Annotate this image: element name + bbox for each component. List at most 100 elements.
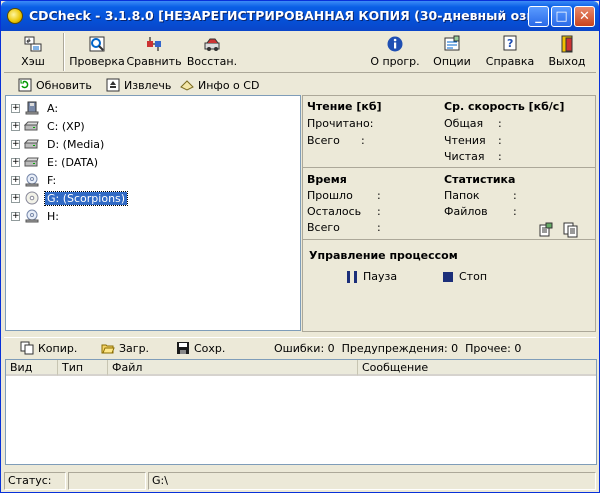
expand-icon[interactable]: + [11,139,20,149]
expand-icon[interactable]: + [11,193,20,203]
expand-icon[interactable]: + [11,103,20,113]
stat-folders-colon: : [513,189,517,202]
log-list[interactable]: Вид Тип Файл Сообщение [5,359,597,465]
drive-label: C: (XP) [47,119,85,133]
exit-button[interactable]: Выход [544,33,590,71]
stats-panel: Чтение [кб] Прочитано: Всего : Ср. скоро… [302,95,596,332]
column-header-file[interactable]: Файл [108,360,358,376]
tree-item-drive[interactable]: + G: (Scorpions) [11,190,129,206]
process-control-section: Управление процессом Пауза Стоп [303,240,595,331]
time-elapsed-colon: : [377,189,381,202]
stat-title: Статистика [444,173,516,186]
restore-button[interactable]: Восстан. [184,33,240,71]
cd-drive-icon [24,209,40,223]
tree-item-drive[interactable]: + A: [11,100,60,116]
compare-button[interactable]: Сравнить [126,33,182,71]
drive-label: H: [47,209,59,223]
time-elapsed-label: Прошло [307,189,353,202]
read-total-colon: : [361,134,365,147]
close-button[interactable]: ✕ [574,6,595,27]
column-header-message[interactable]: Сообщение [358,360,596,376]
app-logo-icon[interactable] [7,8,23,24]
save-log-button[interactable]: Сохр. [176,339,225,357]
expand-icon[interactable]: + [11,211,20,221]
hard-drive-icon [23,155,40,169]
stop-button[interactable]: Стоп [443,270,487,283]
options-button[interactable]: Опции [429,33,475,71]
drive-label: A: [47,101,59,115]
main-toolbar: # Хэш Проверка Сравнить Восстан. О прогр… [4,31,596,73]
tree-item-drive[interactable]: + C: (XP) [11,118,87,134]
open-folder-icon [101,341,115,355]
expand-icon[interactable]: + [11,157,20,167]
tree-item-drive[interactable]: + D: (Media) [11,136,106,152]
help-button[interactable]: ? Справка [482,33,538,71]
drive-label: E: (DATA) [47,155,99,169]
save-log-label: Сохр. [194,341,226,355]
status-label: Статус: [4,472,66,490]
speed-net-colon: : [498,150,502,163]
compare-label: Сравнить [126,55,182,68]
refresh-label: Обновить [36,78,92,92]
check-button[interactable]: Проверка [69,33,125,71]
exit-label: Выход [548,55,586,68]
time-total-colon: : [377,221,381,234]
drive-toolbar: Обновить Извлечь Инфо о CD [4,75,596,95]
pause-button[interactable]: Пауза [347,270,397,283]
read-title: Чтение [кб] [307,100,382,113]
minimize-button[interactable]: _ [528,6,549,27]
speed-title: Ср. скорость [кб/с] [444,100,565,113]
about-label: О прогр. [370,55,420,68]
hash-icon: # [24,35,42,53]
hard-drive-icon [23,137,40,151]
hash-label: Хэш [21,55,45,68]
maximize-button[interactable]: □ [551,6,572,27]
eject-icon [106,78,120,92]
load-log-button[interactable]: Загр. [101,339,149,357]
column-header-type[interactable]: Тип [58,360,108,376]
help-icon: ? [501,35,519,53]
hash-button[interactable]: # Хэш [10,33,56,71]
expand-icon[interactable]: + [11,175,20,185]
column-header-kind[interactable]: Вид [6,360,58,376]
time-total-label: Всего [307,221,340,234]
refresh-icon [18,78,32,92]
cd-disc-icon [24,191,40,205]
eject-button[interactable]: Извлечь [106,76,171,94]
speed-overall-colon: : [498,117,502,130]
drive-tree[interactable]: + A: + C: (XP) + D: (Media) + E: (DATA) + F: + G: (… [5,95,301,331]
drive-label: D: (Media) [47,137,105,151]
drive-label: F: [47,173,57,187]
hard-drive-icon [23,119,40,133]
main-window: CDCheck - 3.1.8.0 [НЕЗАРЕГИСТРИРОВАННАЯ … [0,0,600,493]
pause-icon [347,270,357,283]
svg-text:?: ? [507,37,513,50]
stop-label: Стоп [459,270,488,283]
floppy-drive-icon [24,101,40,115]
about-button[interactable]: О прогр. [369,33,421,71]
cd-info-button[interactable]: Инфо о CD [180,76,259,94]
title-bar[interactable]: CDCheck - 3.1.8.0 [НЕЗАРЕГИСТРИРОВАННАЯ … [1,1,599,31]
time-title: Время [307,173,347,186]
process-title: Управление процессом [309,249,458,262]
expand-icon[interactable]: + [11,121,20,131]
paste-stats-icon[interactable] [563,222,579,238]
copy-stats-icon[interactable] [538,222,554,238]
copy-log-button[interactable]: Копир. [20,339,77,357]
refresh-button[interactable]: Обновить [18,76,92,94]
time-left-colon: : [377,205,381,218]
cd-info-icon [180,78,194,92]
tree-item-drive[interactable]: + F: [11,172,58,188]
options-label: Опции [433,55,471,68]
copy-icon [20,341,34,355]
speed-overall-label: Общая [444,117,484,130]
tree-item-drive[interactable]: + E: (DATA) [11,154,100,170]
log-toolbar: Копир. Загр. Сохр. Ошибки: 0 Предупрежде… [4,337,596,357]
check-label: Проверка [69,55,125,68]
status-middle [68,472,146,490]
svg-text:#: # [26,38,31,45]
drive-label: G: (Scorpions) [43,190,129,206]
message-counts: Ошибки: 0 Предупреждения: 0 Прочее: 0 [274,341,522,355]
help-label: Справка [485,55,535,68]
tree-item-drive[interactable]: + H: [11,208,61,224]
